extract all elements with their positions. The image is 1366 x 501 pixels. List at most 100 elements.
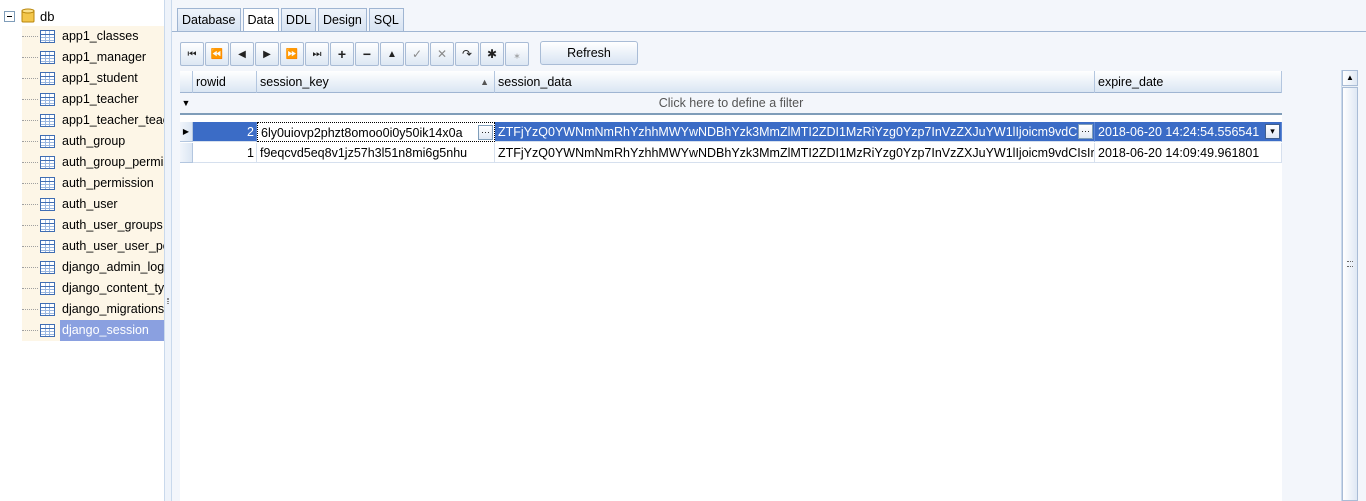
tree-item-app1_classes[interactable]: app1_classes [22,26,164,47]
scroll-thumb[interactable] [1342,87,1358,501]
data-panel: ⏮ ⏪ ◀ ▶ ⏩ ⏭ + − ▲ ✓ ✕ ↷ ✱ ⁎ Refresh rowi… [172,31,1366,501]
cancel-icon[interactable]: ✕ [430,42,454,66]
cell-session-data[interactable]: ZTFjYzQ0YWNmNmRhYzhhMWYwNDBhYzk3MmZlMTI2… [495,143,1095,163]
last-icon[interactable]: ⏭ [305,42,329,66]
table-icon [40,240,55,253]
table-icon [40,282,55,295]
filter-hint: Click here to define a filter [658,96,804,110]
column-header-session-key[interactable]: session_key ▲ [257,71,495,93]
vertical-scrollbar[interactable]: ▲ [1341,70,1358,501]
tree-item-auth_user_groups[interactable]: auth_user_groups [22,215,164,236]
table-row[interactable]: 1 f9eqcvd5eq8v1jz57h3l51n8mi6g5nhu ZTFjY… [180,143,1282,163]
tree-item-django_session[interactable]: django_session [22,320,164,341]
cell-session-data[interactable]: ZTFjYzQ0YWNmNmRhYzhhMWYwNDBhYzk3MmZlMTI2… [495,122,1095,142]
table-icon [40,51,55,64]
tree-item-label: app1_teacher [62,92,139,106]
tree-item-django_content_type[interactable]: django_content_type [22,278,164,299]
tree-item-label: auth_user_user_permissions [62,239,164,253]
tree-item-django_admin_log[interactable]: django_admin_log [22,257,165,278]
tree-item-label: auth_group_permissions [62,155,164,169]
tree-item-django_migrations[interactable]: django_migrations [22,299,164,320]
tree-item-label: app1_student [62,71,138,85]
insert-icon[interactable]: + [330,42,354,66]
refresh-icon[interactable]: ↷ [455,42,479,66]
table-icon [40,135,55,148]
cell-session-key: 6ly0uiovp2phzt8omoo0i0y50ik14x0a [261,126,463,140]
table-list: app1_classes app1_manager app1_student a… [22,26,165,341]
ellipsis-icon[interactable]: ··· [478,125,493,140]
cell-rowid[interactable]: 1 [193,143,257,163]
table-icon [40,177,55,190]
row-indicator-icon: ▶ [180,122,193,142]
cell-session-key-editor[interactable]: 6ly0uiovp2phzt8omoo0i0y50ik14x0a ··· [257,122,495,142]
tree-item-auth_permission[interactable]: auth_permission [22,173,164,194]
table-icon [40,93,55,106]
database-tree[interactable]: db app1_classes app1_manager app1_studen… [0,0,165,501]
tree-item-label: django_admin_log [62,260,165,274]
tree-item-auth_group_permissions[interactable]: auth_group_permissions [22,152,164,173]
post-icon[interactable]: ✓ [405,42,429,66]
tree-item-app1_student[interactable]: app1_student [22,68,164,89]
cancel-updates-icon[interactable]: ⁎ [505,42,529,66]
ellipsis-icon[interactable]: ··· [1078,124,1093,139]
prior-icon[interactable]: ◀ [230,42,254,66]
tree-item-label: django_session [60,320,164,341]
tab-sql[interactable]: SQL [368,8,404,31]
collapse-icon[interactable] [4,10,15,22]
tab-design[interactable]: Design [317,8,367,31]
tree-item-label: app1_classes [62,29,139,43]
cell-session-key[interactable]: f9eqcvd5eq8v1jz57h3l51n8mi6g5nhu [257,143,495,163]
column-header-label: session_key [260,75,329,89]
table-icon [40,261,55,274]
cell-expire-date[interactable]: 2018-06-20 14:09:49.961801 [1095,143,1282,163]
edit-icon[interactable]: ▲ [380,42,404,66]
tree-item-auth_user_user_permissions[interactable]: auth_user_user_permissions [22,236,164,257]
database-icon [21,8,35,23]
table-icon [40,156,55,169]
table-icon [40,219,55,232]
tab-ddl[interactable]: DDL [280,8,316,31]
tree-item-label: auth_user_groups [62,218,163,232]
tab-data[interactable]: Data [242,8,279,32]
scroll-up-icon[interactable]: ▲ [1342,70,1358,86]
tree-item-app1_manager[interactable]: app1_manager [22,47,164,68]
tree-item-label: auth_group [62,134,126,148]
pane-splitter[interactable] [165,0,172,501]
next-icon[interactable]: ▶ [255,42,279,66]
tree-root-label: db [40,8,55,24]
apply-updates-icon[interactable]: ✱ [480,42,504,66]
column-header-session-data[interactable]: session_data [495,71,1095,93]
row-indicator [180,143,193,163]
table-icon [40,303,55,316]
refresh-button[interactable]: Refresh [540,41,638,65]
tree-item-app1_teacher_teachers[interactable]: app1_teacher_teachers [22,110,164,131]
data-grid[interactable]: rowid session_key ▲ session_data expire_d… [180,71,1282,501]
table-icon [40,72,55,85]
sort-ascending-icon: ▲ [480,77,489,87]
tree-item-auth_group[interactable]: auth_group [22,131,164,152]
chevron-down-icon[interactable]: ▾ [1265,124,1280,139]
next-page-icon[interactable]: ⏩ [280,42,304,66]
splitter-grip-icon [167,298,169,304]
tree-root-db[interactable]: db [4,6,54,26]
tree-item-label: auth_user [62,197,118,211]
navigator-toolbar: ⏮ ⏪ ◀ ▶ ⏩ ⏭ + − ▲ ✓ ✕ ↷ ✱ ⁎ [180,42,530,66]
tree-item-label: app1_manager [62,50,147,64]
grid-header: rowid session_key ▲ session_data expire_d… [180,71,1282,93]
cell-expire-date[interactable]: 2018-06-20 14:24:54.556541 ▾ [1095,122,1282,142]
cell-rowid[interactable]: 2 [193,122,257,142]
column-header-rowid[interactable]: rowid [193,71,257,93]
tree-item-label: auth_permission [62,176,154,190]
tab-database[interactable]: Database [177,8,241,31]
table-icon [40,198,55,211]
filter-row[interactable]: ▼ Click here to define a filter [180,93,1282,115]
column-header-expire-date[interactable]: expire_date [1095,71,1282,93]
tree-item-auth_user[interactable]: auth_user [22,194,164,215]
table-icon [40,30,55,43]
first-icon[interactable]: ⏮ [180,42,204,66]
prior-page-icon[interactable]: ⏪ [205,42,229,66]
table-icon [40,324,55,337]
delete-icon[interactable]: − [355,42,379,66]
tree-item-app1_teacher[interactable]: app1_teacher [22,89,164,110]
table-row[interactable]: ▶ 2 6ly0uiovp2phzt8omoo0i0y50ik14x0a ···… [180,122,1282,142]
